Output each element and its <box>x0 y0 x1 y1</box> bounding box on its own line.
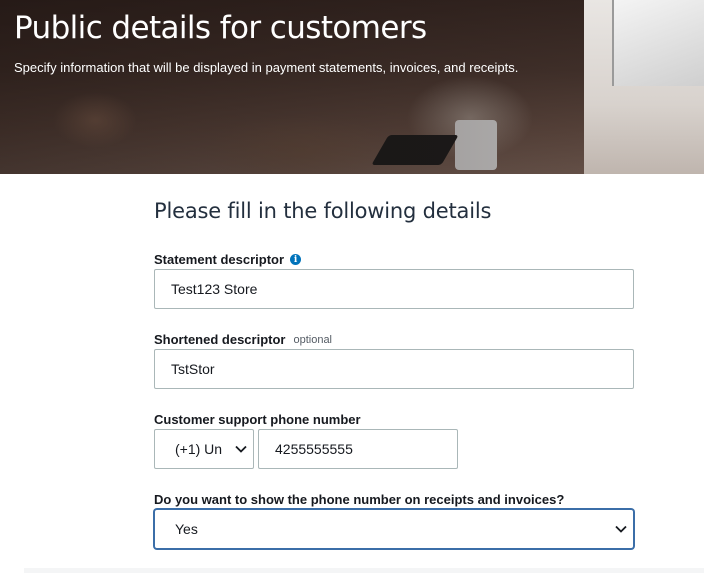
statement-descriptor-label: Statement descriptor i <box>154 252 302 267</box>
hero-banner: Public details for customers Specify inf… <box>0 0 704 174</box>
phone-label-text: Customer support phone number <box>154 412 361 427</box>
show-phone-label-text: Do you want to show the phone number on … <box>154 492 565 507</box>
form-heading: Please fill in the following details <box>154 199 492 223</box>
show-phone-value: Yes <box>175 521 198 537</box>
show-phone-select[interactable]: Yes <box>154 509 634 549</box>
country-code-value: (+1) Un <box>175 441 223 457</box>
shortened-descriptor-label-text: Shortened descriptor <box>154 332 286 347</box>
chevron-down-icon <box>615 525 627 533</box>
optional-tag: optional <box>293 333 333 346</box>
show-phone-label: Do you want to show the phone number on … <box>154 492 564 507</box>
statement-descriptor-label-text: Statement descriptor <box>154 252 285 267</box>
footer-divider <box>24 568 704 573</box>
page-title: Public details for customers <box>14 10 427 46</box>
phone-label: Customer support phone number <box>154 412 361 427</box>
shortened-descriptor-label: Shortened descriptor optional <box>154 332 332 347</box>
statement-descriptor-input[interactable] <box>154 269 634 309</box>
chevron-down-icon <box>235 445 247 453</box>
info-icon[interactable]: i <box>290 254 302 265</box>
phone-number-input[interactable] <box>258 429 458 469</box>
country-code-select[interactable]: (+1) Un <box>154 429 254 469</box>
page-subtitle: Specify information that will be display… <box>14 60 519 75</box>
shortened-descriptor-input[interactable] <box>154 349 634 389</box>
hero-laptop <box>612 0 704 86</box>
